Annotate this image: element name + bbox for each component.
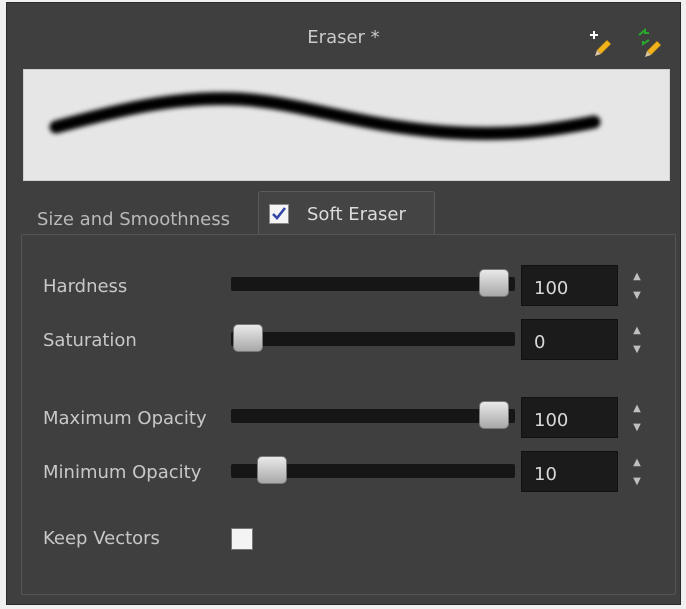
- maximum-opacity-label: Maximum Opacity: [43, 408, 207, 429]
- down-triangle-icon[interactable]: ▼: [631, 472, 643, 491]
- hardness-slider[interactable]: [231, 269, 515, 297]
- checkmark-icon: [272, 207, 287, 220]
- hardness-slider-handle[interactable]: [479, 269, 509, 297]
- keep-vectors-checkbox[interactable]: [231, 528, 253, 550]
- minimum-opacity-value-field[interactable]: 10: [521, 451, 618, 492]
- maximum-opacity-slider-handle[interactable]: [479, 401, 509, 429]
- tab-size-and-smoothness-label: Size and Smoothness: [37, 209, 230, 230]
- up-triangle-icon[interactable]: ▲: [631, 453, 643, 472]
- saturation-value-field[interactable]: 0: [521, 319, 618, 360]
- minimum-opacity-slider-handle[interactable]: [257, 456, 287, 484]
- maximum-opacity-stepper[interactable]: ▲ ▼: [631, 399, 643, 437]
- minimum-opacity-stepper[interactable]: ▲ ▼: [631, 453, 643, 491]
- tab-soft-eraser[interactable]: Soft Eraser: [258, 191, 435, 235]
- saturation-label: Saturation: [43, 330, 137, 351]
- hardness-stepper[interactable]: ▲ ▼: [631, 267, 643, 305]
- tab-soft-eraser-label: Soft Eraser: [307, 204, 406, 225]
- minimum-opacity-label: Minimum Opacity: [43, 462, 202, 483]
- keep-vectors-label: Keep Vectors: [43, 528, 160, 549]
- up-triangle-icon[interactable]: ▲: [631, 399, 643, 418]
- saturation-stepper[interactable]: ▲ ▼: [631, 321, 643, 359]
- maximum-opacity-slider[interactable]: [231, 401, 515, 429]
- saturation-slider-handle[interactable]: [233, 324, 263, 352]
- stroke-preview: [23, 69, 670, 181]
- hardness-value-field[interactable]: 100: [521, 265, 618, 306]
- eraser-tool-properties-panel: Eraser * Size and Smoothness Soft Eraser…: [6, 2, 681, 605]
- down-triangle-icon[interactable]: ▼: [631, 340, 643, 359]
- down-triangle-icon[interactable]: ▼: [631, 286, 643, 305]
- maximum-opacity-value-field[interactable]: 100: [521, 397, 618, 438]
- up-triangle-icon[interactable]: ▲: [631, 321, 643, 340]
- panel-title: Eraser *: [307, 27, 380, 48]
- pencil-plus-icon[interactable]: [585, 25, 619, 59]
- pencil-arrows-icon[interactable]: [635, 25, 669, 59]
- up-triangle-icon[interactable]: ▲: [631, 267, 643, 286]
- down-triangle-icon[interactable]: ▼: [631, 418, 643, 437]
- saturation-slider[interactable]: [231, 324, 515, 352]
- minimum-opacity-slider[interactable]: [231, 456, 515, 484]
- hardness-label: Hardness: [43, 276, 128, 297]
- soft-eraser-checkbox[interactable]: [269, 204, 289, 224]
